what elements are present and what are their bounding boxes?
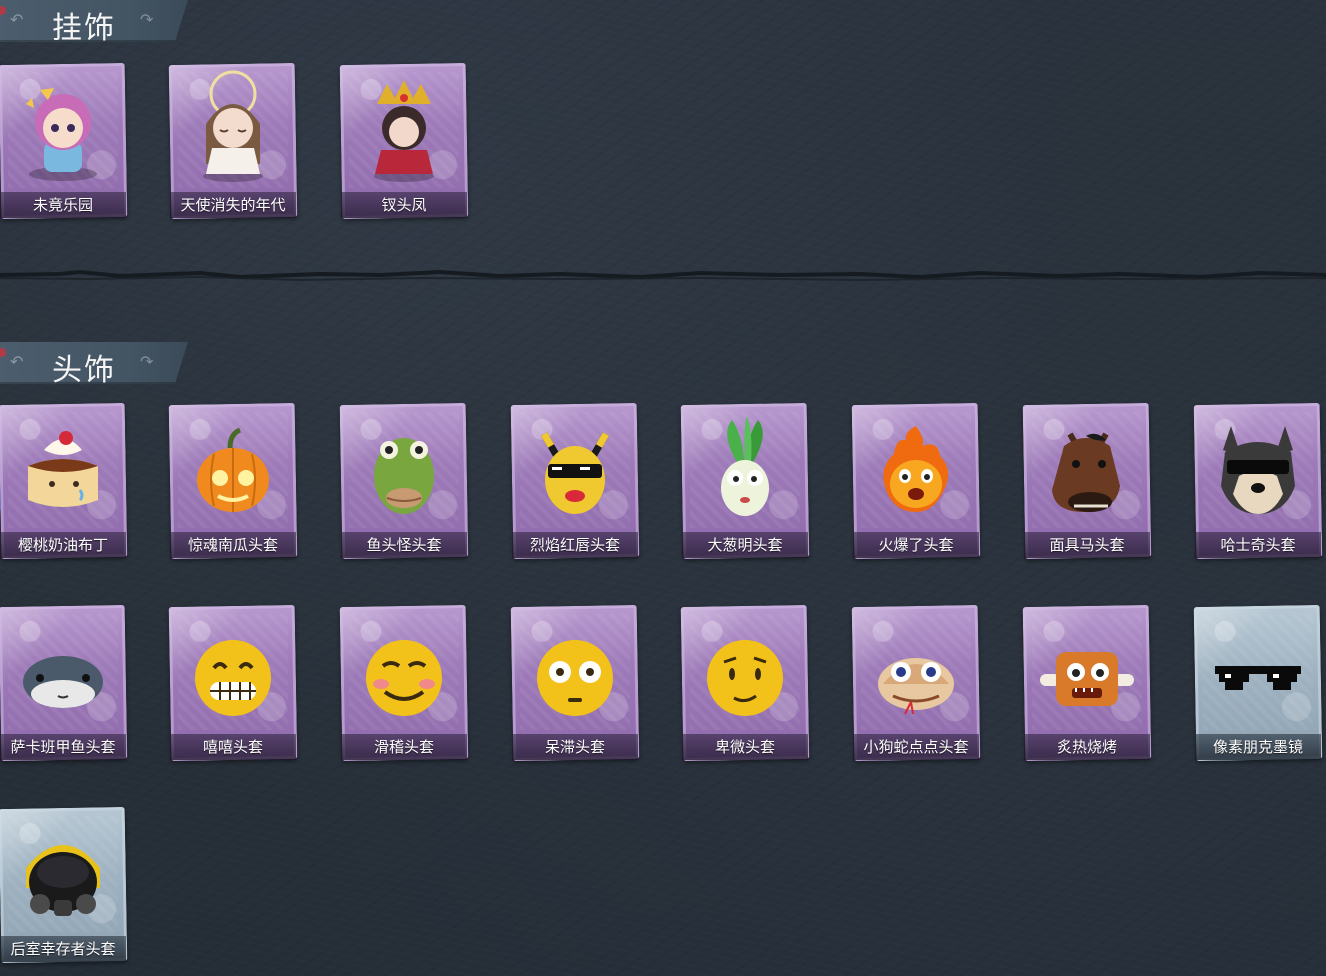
chibi-phoenix-crown-girl-icon [374,80,434,182]
chibi-angel-girl-icon [203,70,263,182]
swirl-right-icon: ↷ [140,10,154,29]
swirl-left-icon: ↶ [10,10,24,29]
pudding-head-icon [28,431,98,507]
swirl-left-icon: ↶ [10,352,24,371]
headwear-name: 鱼头怪头套 [341,532,467,558]
section-header-pendants: ↶ 挂饰 ↷ [0,0,188,42]
pixel-sunglasses-icon [1215,666,1301,690]
headwear-card[interactable]: 惊魂南瓜头套 [168,402,298,560]
headwear-name: 后室幸存者头套 [0,936,126,962]
fish-head-icon [374,438,434,514]
headwear-name: 滑稽头套 [341,734,467,760]
header-dot-decoration [0,6,6,15]
pendant-name: 未竟乐园 [0,192,126,218]
headwear-name: 嘻嘻头套 [170,734,296,760]
sacabambaspis-head-icon [23,656,103,708]
headwear-name: 卑微头套 [682,734,808,760]
funny-emoji-head-icon [366,640,442,716]
horse-head-icon [1052,432,1120,512]
headwear-name: 小狗蛇点点头套 [853,734,979,760]
headwear-card[interactable]: 呆滞头套 [510,604,640,762]
pendant-name: 钗头凤 [341,192,467,218]
headwear-card[interactable]: 像素朋克墨镜 [1193,604,1323,762]
headwear-card[interactable]: 嘻嘻头套 [168,604,298,762]
headwear-name: 哈士奇头套 [1195,532,1321,558]
headwear-name: 烈焰红唇头套 [512,532,638,558]
headwear-card[interactable]: 小狗蛇点点头套 [851,604,981,762]
section-title-pendants: 挂饰 [52,11,116,46]
dazed-emoji-head-icon [537,640,613,716]
section-header-headwear: ↶ 头饰 ↷ [0,342,188,384]
headwear-name: 大葱明头套 [682,532,808,558]
husky-sunglasses-icon [1221,426,1295,514]
section-divider [0,269,1326,282]
pumpkin-head-icon [197,427,269,512]
pendant-name: 天使消失的年代 [170,192,296,218]
headwear-name: 惊魂南瓜头套 [170,532,296,558]
snake-head-icon [878,658,954,715]
fire-head-icon [883,426,949,512]
headwear-card[interactable]: 萨卡班甲鱼头套 [0,604,128,762]
headwear-name: 火爆了头套 [853,532,979,558]
headwear-card[interactable]: 大葱明头套 [680,402,810,560]
headwear-card[interactable]: 鱼头怪头套 [339,402,469,560]
headwear-card[interactable]: 哈士奇头套 [1193,402,1323,560]
pendant-card[interactable]: 天使消失的年代 [168,62,298,220]
headwear-name: 萨卡班甲鱼头套 [0,734,126,760]
headwear-card[interactable]: 火爆了头套 [851,402,981,560]
headwear-card[interactable]: 滑稽头套 [339,604,469,762]
headwear-card[interactable]: 樱桃奶油布丁 [0,402,128,560]
headwear-name: 樱桃奶油布丁 [0,532,126,558]
headwear-card[interactable]: 烈焰红唇头套 [510,402,640,560]
headwear-card[interactable]: 卑微头套 [680,604,810,762]
headwear-card[interactable]: 炙热烧烤 [1022,604,1152,762]
section-title-headwear: 头饰 [52,353,116,388]
scallion-head-icon [721,416,769,516]
headwear-card[interactable]: 面具马头套 [1022,402,1152,560]
humble-emoji-head-icon [707,640,783,716]
headwear-name: 炙热烧烤 [1024,734,1150,760]
headwear-name: 呆滞头套 [512,734,638,760]
headwear-card[interactable]: 后室幸存者头套 [0,806,128,964]
header-dot-decoration [0,348,6,357]
grinning-emoji-head-icon [195,640,271,716]
pendant-card[interactable]: 钗头凤 [339,62,469,220]
chibi-girl-purple-hair-icon [26,88,97,181]
gas-mask-helmet-icon [26,845,100,916]
yellow-mask-sunglasses-icon [540,432,610,514]
pendant-card[interactable]: 未竟乐园 [0,62,128,220]
headwear-name: 面具马头套 [1024,532,1150,558]
swirl-right-icon: ↷ [140,352,154,371]
bbq-meat-head-icon [1040,652,1134,706]
headwear-name: 像素朋克墨镜 [1195,734,1321,760]
